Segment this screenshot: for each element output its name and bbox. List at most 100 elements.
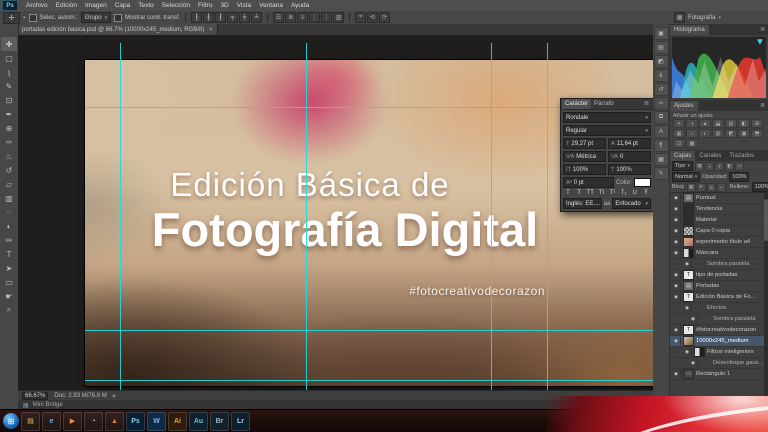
menu-item[interactable]: Vista [233,2,255,9]
layer-visibility-icon[interactable] [683,260,692,268]
info-panel-icon[interactable]: ℹ [653,69,669,82]
guide-vertical[interactable] [120,43,121,391]
kerning-field[interactable]: V⁄A Métrica [563,151,606,162]
menu-item[interactable]: Imagen [81,2,111,9]
close-icon[interactable]: ✕ [208,26,213,33]
menu-item[interactable]: Selección [158,2,194,9]
blend-mode-dropdown[interactable]: Normal ▾ [672,171,701,182]
menu-item[interactable]: Texto [134,2,158,9]
menu-item[interactable]: 3D [216,2,232,9]
adjustment-icon[interactable]: ▤ [725,119,737,128]
adjustment-icon[interactable]: ◐ [699,129,711,138]
adjustment-icon[interactable]: ⬓ [712,119,724,128]
layer-row[interactable]: experimento título a4 [670,237,768,248]
menu-item[interactable]: Filtro [194,2,216,9]
layer-row[interactable]: Desenfoque gaussiano [670,358,768,369]
layer-thumbnail[interactable] [694,347,705,357]
eraser-tool[interactable]: ▱ [1,177,17,191]
layer-thumbnail[interactable]: ▤ [683,281,694,291]
tracking-field[interactable]: VA 0 [608,151,651,162]
layer-row[interactable]: ▭ Rectángulo 1 [670,369,768,380]
align-icon[interactable]: ┷ [251,12,263,23]
layer-visibility-icon[interactable] [672,271,681,279]
auto-select-checkbox[interactable] [28,13,37,22]
align-icon[interactable]: ┿ [239,12,251,23]
layer-name[interactable]: Capa 0 copia [696,228,730,234]
guide-vertical[interactable] [306,43,307,391]
clone-stamp-tool[interactable]: ♨ [1,149,17,163]
text-color-swatch[interactable] [634,178,651,187]
faux-style-icon[interactable]: T [575,190,583,196]
faux-style-icon[interactable]: T¹ [609,190,617,196]
distribute-icon[interactable]: ☰ [273,12,285,23]
crop-tool[interactable]: ⊡ [1,93,17,107]
layer-row[interactable]: T Edición Básica de Fo... [670,292,768,303]
layers-panel-tab[interactable]: Capas [670,151,696,161]
adjustment-icon[interactable]: ◩ [725,129,737,138]
path-selection-tool[interactable]: ➤ [1,261,17,275]
layer-row[interactable]: T tipo de portadas [670,270,768,281]
menu-item[interactable]: Capa [111,2,135,9]
media-player-icon[interactable]: ▶ [63,411,82,431]
distribute-icon[interactable]: ▥ [333,12,345,23]
history-brush-tool[interactable]: ↺ [1,163,17,177]
lock-icon[interactable]: ▪ [716,182,726,192]
layer-filter-icon[interactable]: ▦ [695,161,705,171]
lock-icon[interactable]: ◘ [706,182,716,192]
marquee-tool[interactable]: ▢ [1,51,17,65]
layer-name[interactable]: Sombra paralela [713,316,756,322]
lightroom-icon[interactable]: Lr [231,411,250,431]
layer-name[interactable]: experimento título a4 [696,239,750,245]
layer-visibility-icon[interactable] [672,282,681,290]
panel-menu-icon[interactable]: ≣ [760,102,768,109]
zoom-tool[interactable]: ⌕ [1,303,17,317]
lock-icon[interactable]: ▦ [686,182,696,192]
layer-visibility-icon[interactable] [672,205,681,213]
type-tool[interactable]: T [1,247,17,261]
layer-row[interactable]: Tendencia [670,204,768,215]
layer-row[interactable]: Capa 0 copia [670,226,768,237]
status-arrow-icon[interactable]: ▶ [113,393,116,399]
distribute-icon[interactable]: ⁞ [321,12,333,23]
layer-visibility-icon[interactable] [672,227,681,235]
layer-comps-panel-icon[interactable]: ▦ [653,153,669,166]
layer-thumbnail[interactable] [683,215,694,225]
layer-name[interactable]: #fotocreativodecorazon [696,327,756,333]
panel-menu-icon[interactable]: ≣ [760,26,768,33]
layer-visibility-icon[interactable] [672,370,681,378]
zoom-level-field[interactable]: 66.67% [22,391,49,400]
layer-thumbnail[interactable]: ▭ [683,369,694,379]
layer-thumbnail[interactable] [683,226,694,236]
leading-field[interactable]: A 11,64 pt [608,138,651,149]
chrome-icon[interactable]: ◔ [84,411,103,431]
layer-row[interactable]: Sombra paralela [670,314,768,325]
adjustment-icon[interactable]: ▥ [712,129,724,138]
adjustment-icon[interactable]: ▣ [738,129,750,138]
adjustment-icon[interactable]: ◧ [738,119,750,128]
paragraph-panel-icon[interactable]: ¶ [653,139,669,152]
hand-tool[interactable]: ☛ [1,289,17,303]
layer-thumbnail[interactable]: T [683,292,694,302]
layer-visibility-icon[interactable] [683,348,692,356]
panel-menu-icon[interactable]: ≣ [644,100,651,107]
layer-visibility-icon[interactable] [672,249,681,257]
guide-vertical[interactable] [491,43,492,391]
fill-field[interactable]: 100% [751,182,768,192]
tab-histogram[interactable]: Histograma [670,25,709,35]
layer-filter-icon[interactable]: ◑ [705,161,715,171]
blur-tool[interactable]: ◌ [1,205,17,219]
character-panel-tab[interactable]: Párrafo [591,99,617,109]
distribute-icon[interactable]: ≡ [297,12,309,23]
guide-horizontal[interactable] [85,330,653,331]
vlc-icon[interactable]: ▲ [105,411,124,431]
faux-style-icon[interactable]: U [631,190,639,196]
layer-thumbnail[interactable]: ▤ [683,193,694,203]
layer-name[interactable]: Tendencia [696,206,722,212]
adjustment-icon[interactable]: ⊞ [751,119,763,128]
brush-panel-icon[interactable]: ✑ [653,97,669,110]
layer-name[interactable]: 10000x245_medium [696,338,749,344]
layers-panel-tab[interactable]: Trazados [725,151,758,161]
distribute-icon[interactable]: ≣ [285,12,297,23]
show-transform-checkbox[interactable] [114,13,123,22]
clone-source-panel-icon[interactable]: ⧉ [653,111,669,124]
